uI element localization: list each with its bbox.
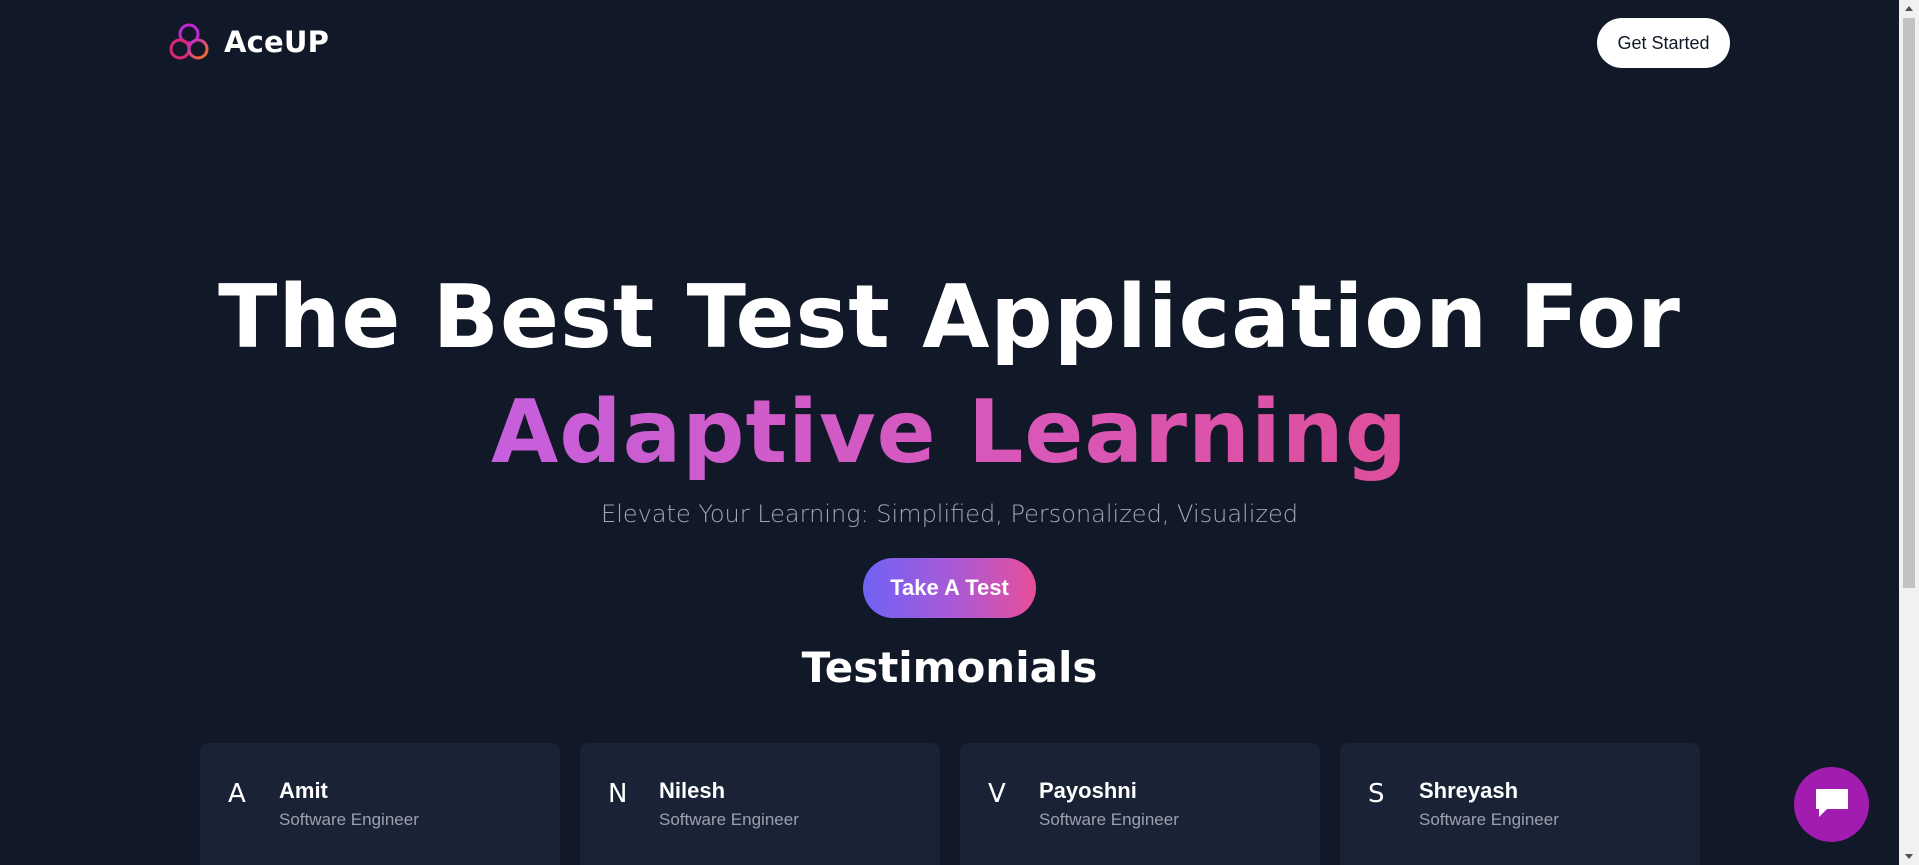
- testimonial-role: Software Engineer: [659, 810, 799, 829]
- avatar-initial: N: [608, 779, 628, 809]
- testimonial-name: Shreyash: [1419, 778, 1519, 803]
- hero-subtitle: Elevate Your Learning: Simplified, Perso…: [601, 500, 1298, 528]
- take-a-test-button[interactable]: Take A Test: [863, 558, 1036, 618]
- landing-page: AceUP Get Started The Best Test Applicat…: [0, 0, 1919, 865]
- chat-button[interactable]: [1794, 767, 1869, 842]
- scroll-down-arrow-icon[interactable]: [1899, 849, 1919, 865]
- testimonial-name: Amit: [279, 778, 328, 803]
- avatar-initial: A: [228, 779, 246, 809]
- testimonials-title: Testimonials: [801, 643, 1098, 692]
- hero-title-line2: Adaptive Learning: [0, 377, 1899, 487]
- avatar-initial: V: [988, 779, 1006, 809]
- testimonial-name: Nilesh: [659, 778, 726, 803]
- testimonial-role: Software Engineer: [1419, 810, 1559, 829]
- chat-bubble-icon: [1813, 786, 1851, 823]
- testimonial-card: N Nilesh Software Engineer: [580, 743, 940, 865]
- testimonial-role: Software Engineer: [279, 810, 419, 829]
- hero-title-line1: The Best Test Application For: [218, 266, 1681, 368]
- testimonial-card: S Shreyash Software Engineer: [1340, 743, 1700, 865]
- vertical-scrollbar[interactable]: [1899, 0, 1919, 865]
- logo[interactable]: AceUP: [168, 22, 329, 62]
- testimonial-card: V Payoshni Software Engineer: [960, 743, 1320, 865]
- logo-text: AceUP: [224, 25, 330, 59]
- get-started-button[interactable]: Get Started: [1597, 18, 1730, 68]
- testimonials-list: A Amit Software Engineer N Nilesh Softwa…: [200, 743, 1700, 865]
- scroll-up-arrow-icon[interactable]: [1899, 0, 1919, 16]
- testimonial-role: Software Engineer: [1039, 810, 1179, 829]
- testimonial-name: Payoshni: [1039, 778, 1137, 803]
- three-rings-logo-icon: [168, 22, 210, 62]
- scrollbar-thumb[interactable]: [1903, 18, 1915, 588]
- testimonial-card: A Amit Software Engineer: [200, 743, 560, 865]
- avatar-initial: S: [1368, 779, 1385, 809]
- hero-highlight-text: Adaptive Learning: [490, 381, 1409, 483]
